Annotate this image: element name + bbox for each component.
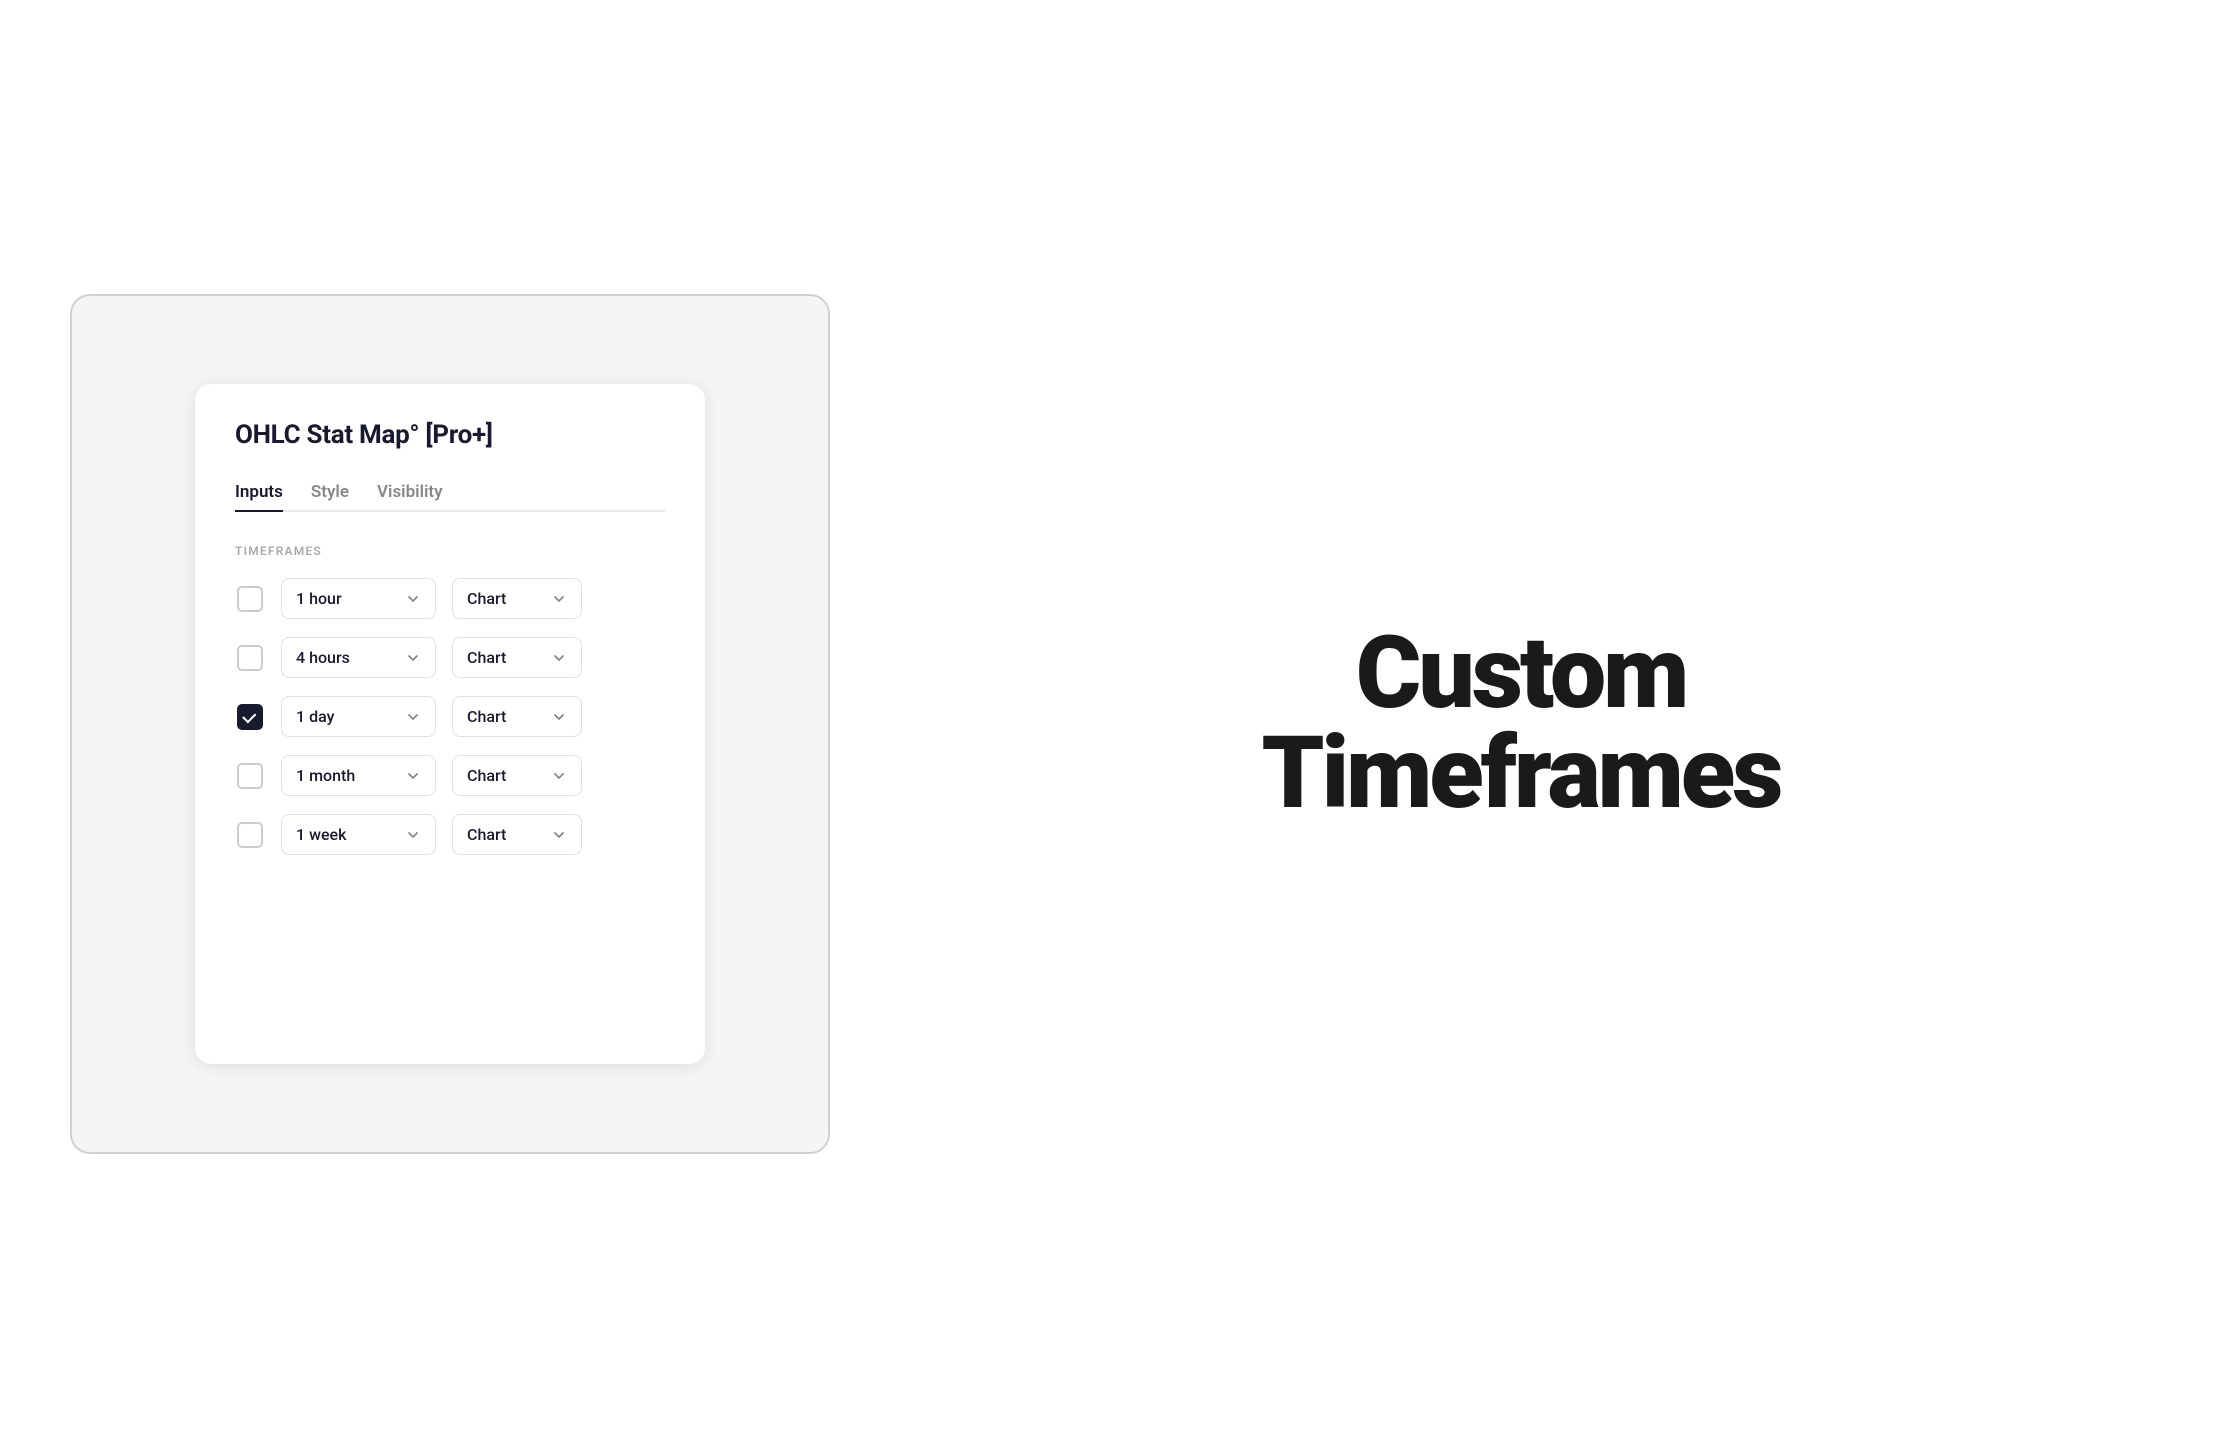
chart-value-3: Chart bbox=[467, 707, 506, 726]
checkbox-1[interactable] bbox=[237, 586, 263, 612]
chart-value-2: Chart bbox=[467, 648, 506, 667]
timeframe-dropdown-1[interactable]: 1 hour bbox=[281, 578, 436, 619]
chevron-down-icon bbox=[551, 827, 567, 843]
timeframe-row: 4 hours Chart bbox=[235, 637, 665, 678]
chart-value-1: Chart bbox=[467, 589, 506, 608]
chevron-down-icon bbox=[551, 591, 567, 607]
outer-card: OHLC Stat Map° [Pro+] Inputs Style Visib… bbox=[70, 294, 830, 1154]
chevron-down-icon bbox=[551, 709, 567, 725]
card-title: OHLC Stat Map° [Pro+] bbox=[235, 420, 665, 450]
chevron-down-icon bbox=[405, 827, 421, 843]
chevron-down-icon bbox=[405, 650, 421, 666]
tab-visibility[interactable]: Visibility bbox=[377, 474, 443, 512]
chevron-down-icon bbox=[405, 709, 421, 725]
checkbox-wrapper-4[interactable] bbox=[235, 761, 265, 791]
right-panel: Custom Timeframes bbox=[900, 0, 2222, 1448]
checkbox-5[interactable] bbox=[237, 822, 263, 848]
timeframe-value-4: 1 month bbox=[296, 766, 355, 785]
timeframe-value-1: 1 hour bbox=[296, 589, 342, 608]
page-container: OHLC Stat Map° [Pro+] Inputs Style Visib… bbox=[0, 0, 2222, 1448]
timeframe-dropdown-4[interactable]: 1 month bbox=[281, 755, 436, 796]
chevron-down-icon bbox=[405, 768, 421, 784]
hero-line2: Timeframes bbox=[1262, 724, 1781, 824]
timeframe-row: 1 day Chart bbox=[235, 696, 665, 737]
checkbox-wrapper-2[interactable] bbox=[235, 643, 265, 673]
timeframe-value-3: 1 day bbox=[296, 707, 334, 726]
chart-dropdown-1[interactable]: Chart bbox=[452, 578, 582, 619]
tab-inputs[interactable]: Inputs bbox=[235, 474, 283, 512]
checkbox-wrapper-1[interactable] bbox=[235, 584, 265, 614]
timeframe-value-2: 4 hours bbox=[296, 648, 350, 667]
timeframe-rows: 1 hour Chart bbox=[235, 578, 665, 855]
timeframe-dropdown-3[interactable]: 1 day bbox=[281, 696, 436, 737]
hero-text: Custom Timeframes bbox=[1262, 624, 1781, 824]
chevron-down-icon bbox=[551, 650, 567, 666]
timeframe-dropdown-2[interactable]: 4 hours bbox=[281, 637, 436, 678]
checkbox-3[interactable] bbox=[237, 704, 263, 730]
left-panel: OHLC Stat Map° [Pro+] Inputs Style Visib… bbox=[0, 0, 900, 1448]
tab-style[interactable]: Style bbox=[311, 474, 349, 512]
checkbox-2[interactable] bbox=[237, 645, 263, 671]
checkbox-wrapper-5[interactable] bbox=[235, 820, 265, 850]
timeframe-value-5: 1 week bbox=[296, 825, 346, 844]
section-timeframes-label: TIMEFRAMES bbox=[235, 544, 665, 558]
chevron-down-icon bbox=[405, 591, 421, 607]
chart-dropdown-5[interactable]: Chart bbox=[452, 814, 582, 855]
chart-dropdown-3[interactable]: Chart bbox=[452, 696, 582, 737]
tabs-container: Inputs Style Visibility bbox=[235, 474, 665, 512]
chart-dropdown-2[interactable]: Chart bbox=[452, 637, 582, 678]
checkbox-4[interactable] bbox=[237, 763, 263, 789]
chart-value-5: Chart bbox=[467, 825, 506, 844]
timeframe-row: 1 month Chart bbox=[235, 755, 665, 796]
hero-line1: Custom bbox=[1262, 624, 1781, 724]
timeframe-dropdown-5[interactable]: 1 week bbox=[281, 814, 436, 855]
chevron-down-icon bbox=[551, 768, 567, 784]
chart-value-4: Chart bbox=[467, 766, 506, 785]
inner-card: OHLC Stat Map° [Pro+] Inputs Style Visib… bbox=[195, 384, 705, 1064]
checkbox-wrapper-3[interactable] bbox=[235, 702, 265, 732]
timeframe-row: 1 week Chart bbox=[235, 814, 665, 855]
chart-dropdown-4[interactable]: Chart bbox=[452, 755, 582, 796]
timeframe-row: 1 hour Chart bbox=[235, 578, 665, 619]
